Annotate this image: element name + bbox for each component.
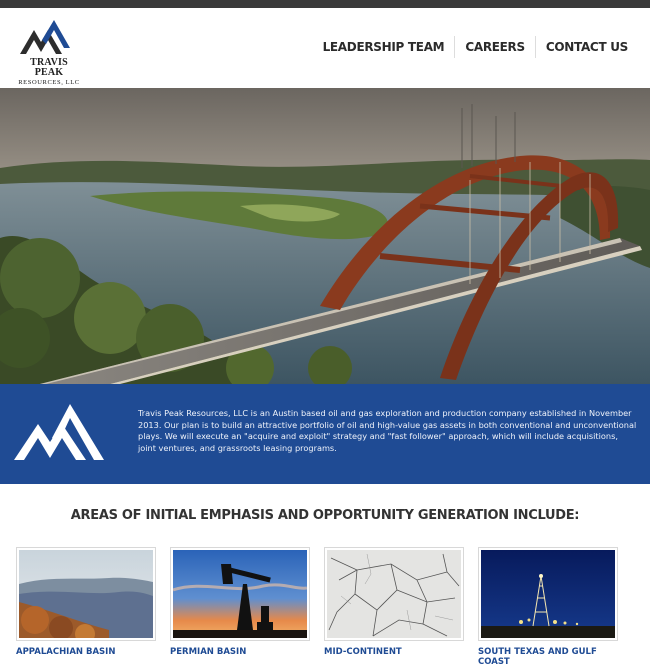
logo-name: TRAVIS PEAK <box>30 57 68 78</box>
company-logo[interactable]: TRAVIS PEAK RESOURCES, LLC <box>16 16 82 86</box>
intro-band: Travis Peak Resources, LLC is an Austin … <box>0 384 650 484</box>
nav-contact-us[interactable]: CONTACT US <box>534 36 638 58</box>
permian-image[interactable] <box>170 547 310 641</box>
area-label[interactable]: MID-CONTINENT <box>324 647 464 657</box>
hero-image <box>0 88 650 384</box>
mid-continent-image[interactable] <box>324 547 464 641</box>
site-header: TRAVIS PEAK RESOURCES, LLC LEADERSHIP TE… <box>0 8 650 88</box>
nav-leadership-team[interactable]: LEADERSHIP TEAM <box>313 36 455 58</box>
area-card-mid-continent[interactable]: MID-CONTINENT <box>324 547 464 667</box>
main-nav: LEADERSHIP TEAM CAREERS CONTACT US <box>313 36 638 58</box>
area-card-appalachian[interactable]: APPALACHIAN BASIN <box>16 547 156 667</box>
intro-text: Travis Peak Resources, LLC is an Austin … <box>138 408 637 453</box>
area-label[interactable]: PERMIAN BASIN <box>170 647 310 657</box>
appalachian-image[interactable] <box>16 547 156 641</box>
areas-list: APPALACHIAN BASIN PERMIAN BASIN MID-CONT… <box>16 547 632 667</box>
south-texas-image[interactable] <box>478 547 618 641</box>
emphasis-heading: AREAS OF INITIAL EMPHASIS AND OPPORTUNIT… <box>70 508 580 523</box>
logo-subtitle: RESOURCES, LLC <box>18 79 80 86</box>
top-bar <box>0 0 650 8</box>
nav-careers[interactable]: CAREERS <box>454 36 535 58</box>
area-card-permian[interactable]: PERMIAN BASIN <box>170 547 310 667</box>
area-label[interactable]: APPALACHIAN BASIN <box>16 647 156 657</box>
peak-logo-white-icon <box>14 404 104 460</box>
area-label[interactable]: SOUTH TEXAS AND GULF COAST <box>478 647 618 667</box>
area-card-south-texas[interactable]: SOUTH TEXAS AND GULF COAST <box>478 547 618 667</box>
peak-logo-icon <box>20 20 70 54</box>
